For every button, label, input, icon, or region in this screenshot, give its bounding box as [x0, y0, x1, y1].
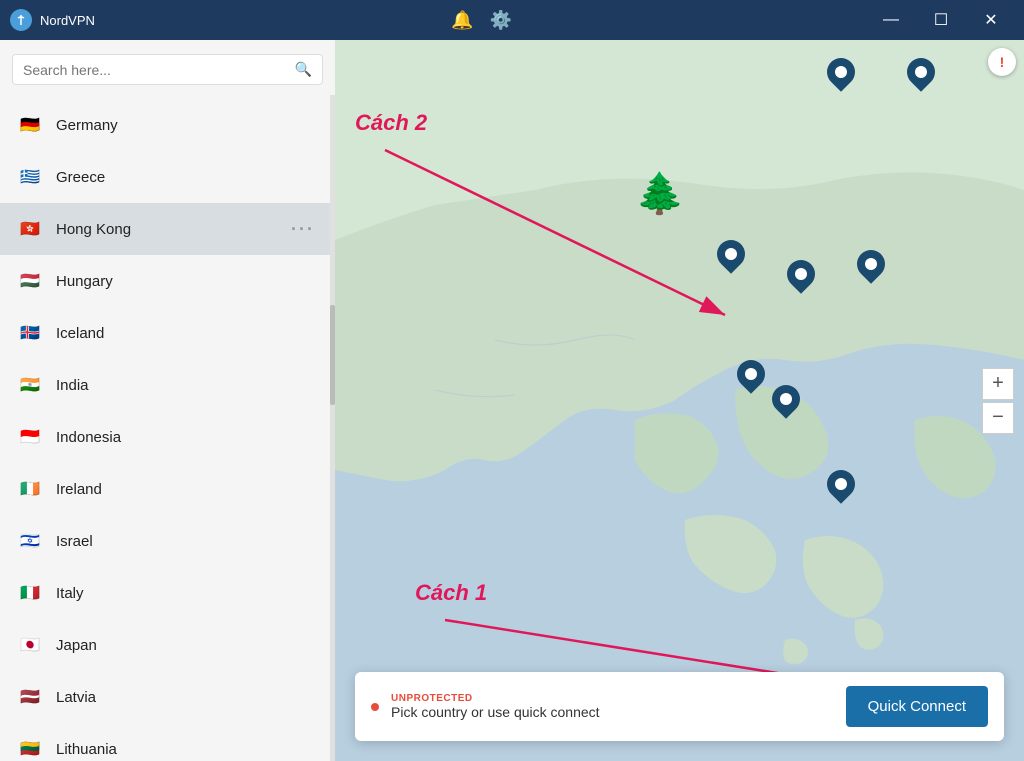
flag-hong-kong: 🇭🇰 — [16, 215, 44, 243]
zoom-controls: + − — [982, 368, 1014, 434]
map-pin-5[interactable] — [855, 250, 887, 290]
country-name-india: India — [56, 377, 319, 394]
flag-latvia: 🇱🇻 — [16, 683, 44, 711]
search-icon: 🔍 — [295, 61, 312, 78]
sidebar-item-japan[interactable]: 🇯🇵 Japan — [0, 619, 335, 671]
search-bar: 🔍 — [0, 40, 335, 99]
flag-germany: 🇩🇪 — [16, 111, 44, 139]
titlebar-left: NordVPN — [10, 9, 95, 31]
sidebar-item-ireland[interactable]: 🇮🇪 Ireland — [0, 463, 335, 515]
country-name-italy: Italy — [56, 585, 319, 602]
search-input[interactable] — [23, 62, 289, 78]
sidebar-item-indonesia[interactable]: 🇮🇩 Indonesia — [0, 411, 335, 463]
sidebar-item-latvia[interactable]: 🇱🇻 Latvia — [0, 671, 335, 723]
country-name-ireland: Ireland — [56, 481, 319, 498]
maximize-button[interactable]: ☐ — [918, 0, 964, 40]
sidebar-item-hungary[interactable]: 🇭🇺 Hungary — [0, 255, 335, 307]
minimize-button[interactable]: — — [868, 0, 914, 40]
app-logo — [10, 9, 32, 31]
sidebar: 🔍 🇩🇪 Germany 🇬🇷 Greece 🇭🇰 Hong Kong ··· 🇭🇺 Hunga… — [0, 40, 335, 761]
notification-icon[interactable]: 🔔 — [451, 10, 473, 31]
quick-connect-button[interactable]: Quick Connect — [846, 686, 988, 727]
status-text: UNPROTECTED Pick country or use quick co… — [391, 693, 834, 720]
sidebar-item-india[interactable]: 🇮🇳 India — [0, 359, 335, 411]
settings-icon[interactable]: ⚙️ — [489, 10, 511, 31]
map-pin-3[interactable] — [715, 240, 747, 280]
sidebar-item-hong-kong[interactable]: 🇭🇰 Hong Kong ··· — [0, 203, 335, 255]
more-button-hong-kong[interactable]: ··· — [287, 217, 319, 242]
status-message: Pick country or use quick connect — [391, 704, 834, 720]
flag-ireland: 🇮🇪 — [16, 475, 44, 503]
map-pin-1[interactable] — [825, 58, 857, 98]
map-pin-8[interactable] — [825, 470, 857, 510]
status-label: UNPROTECTED — [391, 693, 834, 704]
country-list: 🇩🇪 Germany 🇬🇷 Greece 🇭🇰 Hong Kong ··· 🇭🇺 Hungary… — [0, 99, 335, 761]
flag-lithuania: 🇱🇹 — [16, 735, 44, 761]
map-pin-7[interactable] — [770, 385, 802, 425]
map-pin-6[interactable] — [735, 360, 767, 400]
sidebar-item-germany[interactable]: 🇩🇪 Germany — [0, 99, 335, 151]
map-pin-4[interactable] — [785, 260, 817, 300]
window-controls: — ☐ ✕ — [868, 0, 1014, 40]
status-bar: UNPROTECTED Pick country or use quick co… — [355, 672, 1004, 741]
zoom-out-button[interactable]: − — [982, 402, 1014, 434]
country-name-hungary: Hungary — [56, 273, 319, 290]
titlebar-icons: 🔔 ⚙️ — [451, 10, 512, 31]
flag-israel: 🇮🇱 — [16, 527, 44, 555]
app-title: NordVPN — [40, 13, 95, 28]
sidebar-item-israel[interactable]: 🇮🇱 Israel — [0, 515, 335, 567]
map-area: 🌲 Cách 2 — [335, 40, 1024, 761]
sidebar-item-iceland[interactable]: 🇮🇸 Iceland — [0, 307, 335, 359]
close-button[interactable]: ✕ — [968, 0, 1014, 40]
country-name-indonesia: Indonesia — [56, 429, 319, 446]
country-name-hong-kong: Hong Kong — [56, 221, 275, 238]
zoom-in-button[interactable]: + — [982, 368, 1014, 400]
tree-icon: 🌲 — [635, 170, 685, 217]
map-background — [335, 40, 1024, 761]
flag-indonesia: 🇮🇩 — [16, 423, 44, 451]
exclamation-icon: ! — [1000, 54, 1005, 70]
flag-iceland: 🇮🇸 — [16, 319, 44, 347]
flag-japan: 🇯🇵 — [16, 631, 44, 659]
country-name-lithuania: Lithuania — [56, 741, 319, 758]
map-notification-badge[interactable]: ! — [988, 48, 1016, 76]
sidebar-item-greece[interactable]: 🇬🇷 Greece — [0, 151, 335, 203]
flag-italy: 🇮🇹 — [16, 579, 44, 607]
search-wrap: 🔍 — [12, 54, 323, 85]
country-name-latvia: Latvia — [56, 689, 319, 706]
country-name-germany: Germany — [56, 117, 319, 134]
country-name-japan: Japan — [56, 637, 319, 654]
sidebar-item-italy[interactable]: 🇮🇹 Italy — [0, 567, 335, 619]
titlebar: NordVPN 🔔 ⚙️ — ☐ ✕ — [0, 0, 1024, 40]
sidebar-item-lithuania[interactable]: 🇱🇹 Lithuania — [0, 723, 335, 761]
flag-hungary: 🇭🇺 — [16, 267, 44, 295]
country-name-iceland: Iceland — [56, 325, 319, 342]
flag-india: 🇮🇳 — [16, 371, 44, 399]
flag-greece: 🇬🇷 — [16, 163, 44, 191]
main-layout: 🔍 🇩🇪 Germany 🇬🇷 Greece 🇭🇰 Hong Kong ··· 🇭🇺 Hunga… — [0, 40, 1024, 761]
country-name-greece: Greece — [56, 169, 319, 186]
map-pin-2[interactable] — [905, 58, 937, 98]
status-dot — [371, 703, 379, 711]
country-name-israel: Israel — [56, 533, 319, 550]
